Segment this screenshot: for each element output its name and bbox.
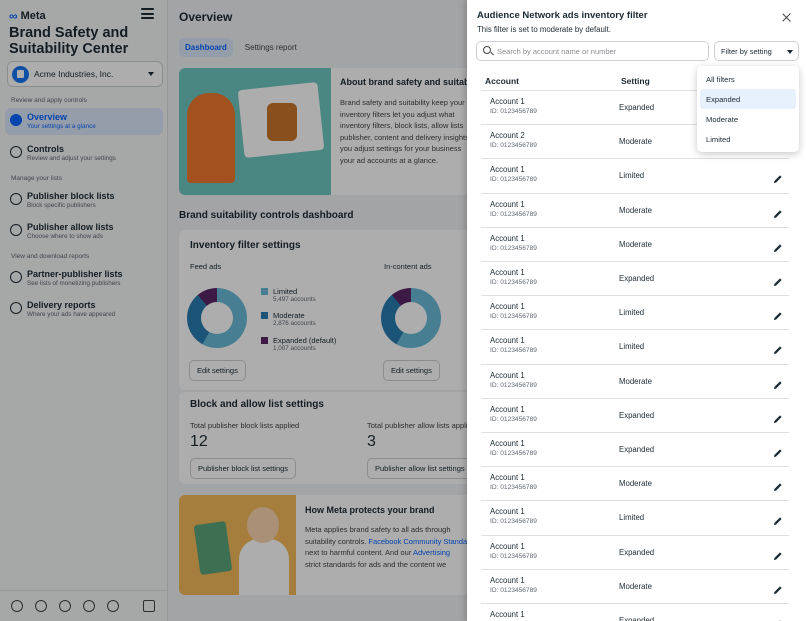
filter-by-setting-button[interactable]: Filter by setting	[714, 41, 799, 61]
pencil-icon[interactable]	[773, 479, 783, 492]
account-name: Account 1	[490, 302, 525, 312]
table-row: Account 1 ID: 0123456789 Expanded	[481, 262, 789, 297]
account-id: ID: 0123456789	[490, 552, 537, 560]
pencil-icon[interactable]	[773, 342, 783, 355]
account-id: ID: 0123456789	[490, 415, 537, 423]
table-row: Account 1ID: 0123456789 Expanded	[481, 536, 789, 570]
account-name: Account 2	[490, 131, 525, 141]
account-id: ID: 0123456789	[490, 586, 537, 594]
table-row: Account 1 ID: 0123456789 Expanded	[481, 433, 789, 468]
account-id: ID: 0123456789	[490, 142, 537, 150]
setting-value: Moderate	[619, 479, 652, 489]
account-id: ID: 0123456789	[490, 279, 537, 286]
account-id: ID: 0123456789	[490, 313, 537, 321]
filter-option-all[interactable]: All filters	[700, 69, 796, 89]
setting-value: Moderate	[619, 239, 652, 249]
table-row: Account 1 ID: 0123456789 Moderate	[481, 228, 789, 262]
table-row: Account 1 ID: 0123456789 Limited	[481, 330, 789, 365]
setting-value: Limited	[619, 513, 645, 523]
search-icon	[483, 46, 491, 54]
setting-value: Moderate	[619, 581, 652, 591]
table-row: Account 1 ID: 0123456789 Limited	[481, 501, 789, 536]
filter-button-label: Filter by setting	[721, 47, 772, 56]
panel-title: Audience Network ads inventory filter	[477, 10, 648, 21]
table-row: Account 1 ID: 0123456789 Moderate	[481, 365, 789, 399]
column-header-setting[interactable]: Setting	[621, 76, 650, 86]
pencil-icon[interactable]	[773, 582, 783, 594]
setting-value: Expanded	[619, 103, 655, 112]
account-id: ID: 0123456789	[490, 450, 537, 457]
search-input[interactable]	[476, 41, 709, 61]
setting-value: Expanded	[619, 410, 655, 420]
account-id: ID: 0123456789	[490, 518, 537, 526]
account-name: Account 1	[490, 233, 525, 243]
setting-value: Limited	[619, 308, 645, 318]
table-row: Account 1 ID: 0123456789 Moderate	[481, 194, 789, 228]
pencil-icon[interactable]	[773, 377, 783, 389]
pencil-icon[interactable]	[773, 411, 783, 423]
account-id: ID: 0123456789	[490, 108, 537, 115]
account-id: ID: 0123456789	[490, 347, 537, 355]
filter-option-expanded[interactable]: Expanded	[700, 89, 796, 109]
column-header-account[interactable]: Account	[485, 76, 519, 86]
table-row: Account 1 ID: 0123456789 Limited	[481, 159, 789, 194]
panel-subtitle: This filter is set to moderate by defaul…	[477, 25, 611, 34]
setting-value: Expanded	[619, 274, 655, 283]
close-icon[interactable]	[781, 12, 793, 24]
table-row: Account 1ID: 0123456789 Expanded	[481, 399, 789, 433]
account-name: Account 1	[490, 336, 525, 346]
account-id: ID: 0123456789	[490, 176, 537, 184]
table-row: Account 1 ID: 0123456789 Limited	[481, 296, 789, 331]
pencil-icon[interactable]	[773, 240, 783, 252]
setting-value: Limited	[619, 171, 645, 181]
account-name: Account 1	[490, 541, 525, 551]
account-name: Account 1	[490, 370, 525, 380]
account-name: Account 1	[490, 575, 525, 585]
account-name: Account 1	[490, 199, 525, 209]
pencil-icon[interactable]	[773, 513, 783, 526]
setting-value: Limited	[619, 342, 645, 352]
setting-value: Moderate	[619, 205, 652, 215]
pencil-icon[interactable]	[773, 445, 783, 457]
account-name: Account 1	[490, 473, 525, 483]
account-name: Account 1	[490, 97, 525, 106]
setting-value: Expanded	[619, 445, 655, 454]
account-name: Account 1	[490, 165, 525, 175]
account-id: ID: 0123456789	[490, 381, 537, 389]
pencil-icon[interactable]	[773, 616, 783, 621]
filter-option-limited[interactable]: Limited	[700, 129, 796, 149]
filter-option-moderate[interactable]: Moderate	[700, 109, 796, 129]
account-name: Account 1	[490, 507, 525, 517]
account-name: Account 1	[490, 268, 525, 277]
pencil-icon[interactable]	[773, 274, 783, 286]
account-name: Account 1	[490, 404, 525, 414]
setting-value: Expanded	[619, 616, 655, 621]
setting-value: Moderate	[619, 376, 652, 386]
filter-dropdown-menu: All filters Expanded Moderate Limited	[697, 66, 799, 152]
account-id: ID: 0123456789	[490, 210, 537, 218]
pencil-icon[interactable]	[773, 308, 783, 321]
pencil-icon[interactable]	[773, 171, 783, 184]
table-row: Account 1ID: 0123456789Expanded	[481, 604, 789, 621]
pencil-icon[interactable]	[773, 548, 783, 560]
chevron-down-icon	[787, 50, 793, 54]
table-row: Account 1 ID: 0123456789 Moderate	[481, 467, 789, 502]
account-name: Account 1	[490, 439, 525, 448]
pencil-icon[interactable]	[773, 206, 783, 218]
setting-value: Moderate	[619, 137, 652, 147]
setting-value: Expanded	[619, 547, 655, 557]
account-name: Account 1	[490, 610, 525, 619]
table-row: Account 1 ID: 0123456789 Moderate	[481, 570, 789, 604]
account-id: ID: 0123456789	[490, 484, 537, 492]
account-id: ID: 0123456789	[490, 244, 537, 252]
